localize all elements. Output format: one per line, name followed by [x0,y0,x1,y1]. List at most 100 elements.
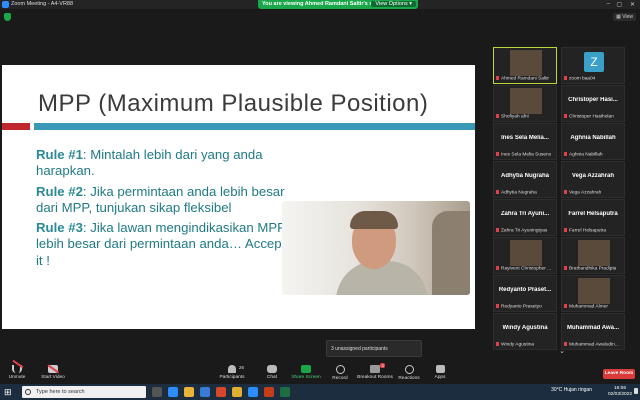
share-screen-icon [301,365,311,373]
participant-video [510,88,542,114]
participant-display-name: Muhammad Awa... [566,325,619,331]
participant-display-name: Adhytia Nugraha [500,173,549,179]
view-options-button[interactable]: View Options ▾ [371,1,416,7]
participant-tile[interactable]: Rayivent Christopher ... [493,237,557,274]
muted-mic-icon [564,265,567,270]
slide-title: MPP (Maximum Plausible Position) [38,90,429,117]
participant-tile[interactable]: Muhammad Almer [561,275,625,312]
participant-name-label: Brathandhika Pradipta [564,265,616,271]
participant-display-name: Windy Agustina [502,325,548,331]
participant-display-name: Farrel Helsaputra [568,211,618,217]
task-view-icon[interactable] [152,387,162,397]
participant-name-label: Ines Sela Melia Suseno [496,151,552,157]
view-button[interactable]: ▦ View [613,13,636,21]
participants-icon [228,365,236,373]
participants-button[interactable]: 26 Participants [212,365,252,380]
participant-name: zoom baa04 [569,76,596,81]
video-off-icon [48,365,58,373]
participant-display-name: Ines Sela Melia... [501,135,549,141]
muted-mic-icon [564,151,567,156]
windows-start-icon[interactable]: ⊞ [4,387,14,397]
participant-avatar: Z [584,52,604,72]
store-icon[interactable] [200,387,210,397]
windows-taskbar: ⊞ Type here to search 30°C Hujan ringan … [0,384,640,400]
muted-mic-icon [564,113,567,118]
unassigned-participants-notice[interactable]: 3 unassigned participants [326,340,422,357]
participant-name-label: Redyanto Prasetyo [496,303,542,309]
rule-1: Rule #1: Mintalah lebih dari yang anda h… [36,147,263,179]
slide-photo [282,201,470,295]
chat-icon [267,365,277,373]
muted-mic-icon [564,75,567,80]
slide-rules: Rule #1: Mintalah lebih dari yang anda h… [36,147,286,273]
participant-tile[interactable]: Ahmed Ramdani Saltir [493,47,557,84]
screen-share-banner: You are viewing Ahmed Ramdani Saltir's s… [258,0,418,9]
record-icon [335,365,345,374]
participant-display-name: Redyanto Praset... [498,287,552,293]
excel-icon[interactable] [280,387,290,397]
participant-video [510,50,542,76]
participant-display-name: Vega Azzahrah [571,173,615,179]
participant-tile[interactable]: Shofiyah afni [493,85,557,122]
participant-tile[interactable]: Aghnia Nabillah Aghnia Nabillah [561,123,625,160]
participant-display-name: Aghnia Nabillah [570,135,616,141]
participant-tile[interactable]: Zahra Tri Ayuni... Zahra Tri Ayuningtyas [493,199,557,236]
powerpoint-icon[interactable] [264,387,274,397]
participant-tile[interactable]: Redyanto Praset... Redyanto Prasetyo [493,275,557,312]
participant-name-label: Ahmed Ramdani Saltir [496,75,549,81]
apps-button[interactable]: Apps [420,365,460,380]
participant-name: Rayivent Christopher ... [501,266,552,271]
participant-name: Aghnia Nabillah [569,152,603,157]
participant-name: Muhammad Almer [569,304,608,309]
weather-tray[interactable]: 30°C Hujan ringan [551,387,592,393]
leave-room-button[interactable]: Leave Room [603,369,635,379]
file-explorer-icon[interactable] [184,387,194,397]
participant-tile[interactable]: Vega Azzahrah Vega Azzahrah [561,161,625,198]
edge-icon[interactable] [168,387,178,397]
taskbar-clock[interactable]: 16:06 02/03/2022 [608,386,632,398]
participant-tile[interactable]: Christoper Hasi... Christoper Hasiholan [561,85,625,122]
encryption-shield-icon[interactable] [4,13,11,21]
participant-name: Farrel Helsaputra [569,228,607,233]
participant-tile[interactable]: Ines Sela Melia... Ines Sela Melia Suseno [493,123,557,160]
participant-tile[interactable]: Adhytia Nugraha Adhytia Nugraha [493,161,557,198]
shared-screen: MPP (Maximum Plausible Position) Rule #1… [2,65,475,329]
muted-mic-icon [496,189,499,194]
participant-tile[interactable]: Muhammad Awa... Muhammad Awaludin... [561,313,625,350]
muted-mic-icon [496,303,499,308]
participant-name-label: Adhytia Nugraha [496,189,537,195]
zoom-app-icon [2,1,9,8]
record-button[interactable]: Record [320,365,360,381]
muted-mic-icon [496,113,499,118]
slide-red-bar [2,123,30,130]
participant-name-label: Rayivent Christopher ... [496,265,552,271]
zoom-taskbar-icon[interactable] [248,387,258,397]
chrome-icon[interactable] [232,387,242,397]
participant-name: Ines Sela Melia Suseno [501,152,552,157]
participant-tile[interactable]: Zzoom baa04 [561,47,625,84]
muted-mic-icon [12,365,22,373]
participant-name-label: Muhammad Almer [564,303,608,309]
participant-display-name: Zahra Tri Ayuni... [500,211,550,217]
unmute-button[interactable]: Unmute [0,365,37,380]
notification-icon[interactable] [634,388,638,394]
taskbar-search-box[interactable]: Type here to search [22,386,146,398]
participant-tile[interactable]: Windy Agustina Windy Agustina [493,313,557,350]
muted-mic-icon [564,227,567,232]
participant-tile[interactable]: Farrel Helsaputra Farrel Helsaputra [561,199,625,236]
meeting-toolbar: Unmute Start Video 26 Participants Chat S… [0,363,640,384]
slide-teal-bar [34,123,475,130]
participant-name-label: Farrel Helsaputra [564,227,607,233]
search-icon [25,389,31,395]
participant-video [510,240,542,266]
participant-tile[interactable]: Brathandhika Pradipta [561,237,625,274]
participant-video [578,240,610,266]
maximize-icon[interactable]: ▢ [616,1,622,8]
minimize-icon[interactable]: – [607,1,610,7]
start-video-button[interactable]: Start Video [33,365,73,380]
gallery-scroll-down-icon[interactable]: ⌄ [553,347,571,356]
participant-video [578,278,610,304]
close-icon[interactable]: ✕ [630,1,635,8]
rule-3: Rule #3: Jika lawan mengindikasikan MPP … [36,220,286,268]
office-icon[interactable] [216,387,226,397]
